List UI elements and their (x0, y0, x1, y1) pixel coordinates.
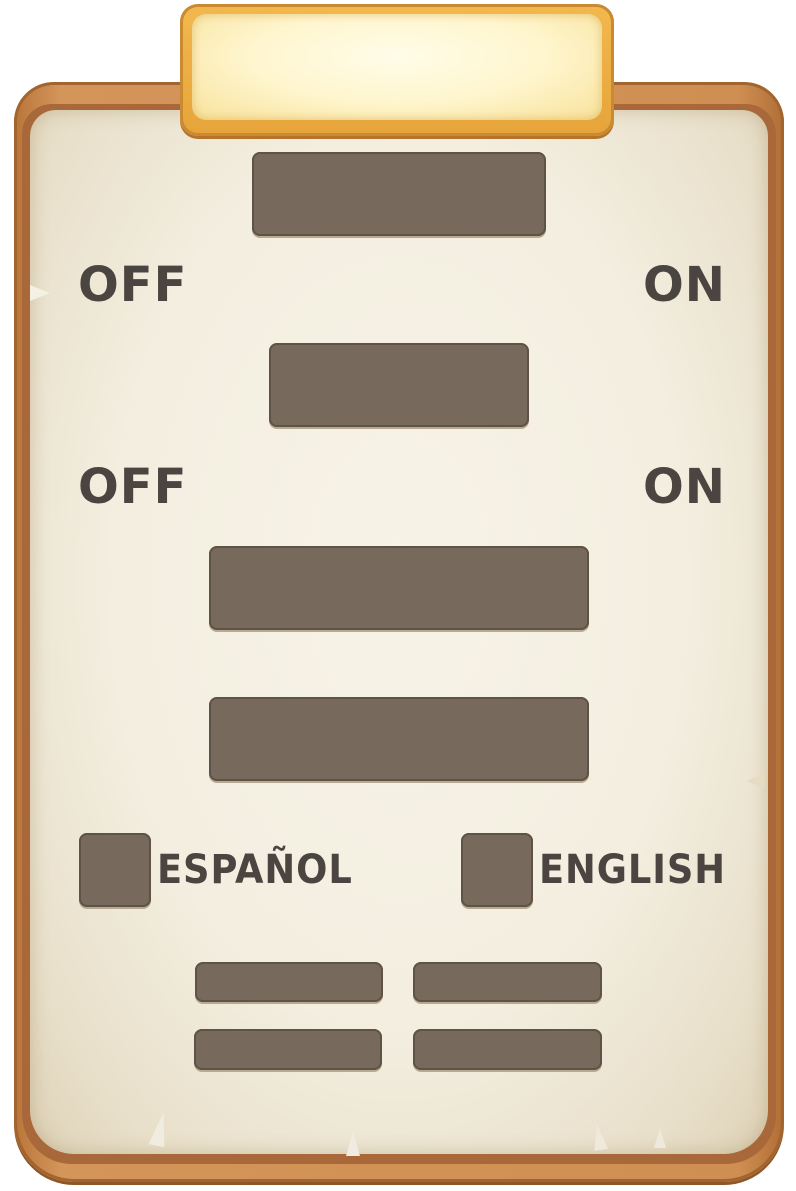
setting-1-button[interactable] (252, 152, 546, 236)
paper-tear (30, 285, 50, 301)
menu-button-1[interactable] (209, 546, 589, 630)
setting-2-button[interactable] (269, 343, 529, 427)
paper-tear (746, 774, 764, 788)
toggle-1-on-label[interactable]: ON (643, 259, 726, 311)
espanol-label[interactable]: ESPAÑOL (157, 848, 353, 892)
small-button-2[interactable] (413, 962, 602, 1002)
menu-button-2[interactable] (209, 697, 589, 781)
paper-tear (346, 1132, 360, 1156)
paper-tear (654, 1128, 666, 1148)
espanol-checkbox[interactable] (79, 833, 151, 907)
toggle-2-off-label[interactable]: OFF (78, 461, 187, 513)
small-button-3[interactable] (194, 1029, 382, 1070)
english-label[interactable]: ENGLISH (539, 848, 726, 892)
toggle-1-off-label[interactable]: OFF (78, 259, 187, 311)
english-checkbox[interactable] (461, 833, 533, 907)
toggle-2-on-label[interactable]: ON (643, 461, 726, 513)
page-title (192, 14, 602, 120)
small-button-4[interactable] (413, 1029, 602, 1070)
small-button-1[interactable] (195, 962, 383, 1002)
